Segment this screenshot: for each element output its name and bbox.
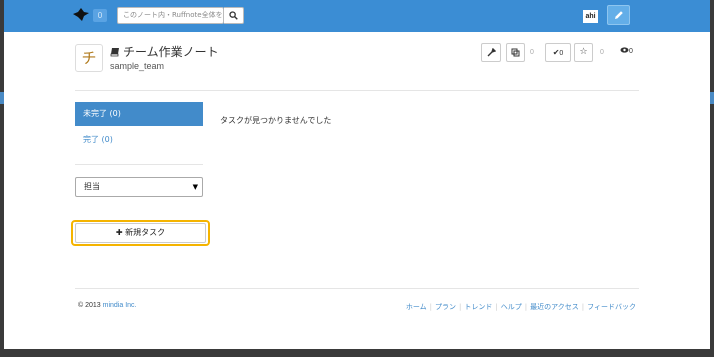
check-button[interactable]: ✔0 (545, 43, 571, 62)
star-button[interactable]: ☆ (574, 43, 593, 62)
ruffnote-logo-icon[interactable] (72, 8, 90, 22)
footer-separator: | (459, 303, 462, 311)
team-name[interactable]: sample_team (110, 61, 164, 71)
window-edge-accent-right (710, 92, 714, 104)
note-title[interactable]: チーム作業ノート (123, 45, 219, 59)
footer-links: ホーム | プラン | トレンド | ヘルプ | 最近のアクセス | フィードバック (406, 302, 636, 312)
settings-button[interactable] (481, 43, 501, 62)
footer-link-feedback[interactable]: フィードバック (587, 303, 636, 311)
new-task-label: 新規タスク (125, 228, 166, 237)
copyright-text: © 2013 (78, 302, 101, 309)
footer-separator: | (524, 303, 528, 311)
user-avatar[interactable]: ahi (583, 10, 598, 23)
book-icon (110, 48, 119, 57)
window-edge-accent (0, 92, 4, 104)
search-icon (229, 11, 238, 20)
eye-icon (620, 47, 629, 53)
footer-separator: | (495, 303, 498, 311)
fork-button[interactable] (506, 43, 525, 62)
search-input[interactable]: このノート内・Ruffnote全体を検 (117, 7, 224, 24)
footer-link-help[interactable]: ヘルプ (501, 303, 522, 311)
copyright: © 2013 mindia Inc. (78, 302, 137, 309)
tab-complete[interactable]: 完了 (0) (83, 134, 113, 145)
assignee-select-value: 担当 (84, 182, 100, 191)
footer-divider (75, 288, 639, 289)
new-page-button[interactable] (607, 5, 630, 25)
note-icon[interactable]: チ (75, 44, 103, 72)
note-title-line: チーム作業ノート (110, 43, 219, 60)
chevron-down-icon: ▼ (192, 183, 198, 191)
assignee-select[interactable]: 担当 ▼ (75, 177, 203, 197)
view-counter: 0 (620, 47, 633, 55)
footer-link-recent[interactable]: 最近のアクセス (530, 303, 579, 311)
footer-link-trend[interactable]: トレンド (464, 303, 492, 311)
fork-icon (511, 48, 520, 57)
search-button[interactable] (224, 7, 244, 24)
window-frame-bottom (0, 349, 714, 357)
top-navbar: 0 このノート内・Ruffnote全体を検 ahi (4, 0, 710, 32)
footer-separator: | (581, 303, 585, 311)
view-count: 0 (629, 48, 633, 55)
wrench-icon (487, 47, 496, 57)
footer-link-plan[interactable]: プラン (435, 303, 456, 311)
star-icon: ☆ (579, 47, 588, 57)
header-divider (75, 90, 639, 91)
pencil-icon (615, 11, 623, 19)
empty-task-message: タスクが見つかりませんでした (220, 116, 332, 125)
footer-separator: | (429, 303, 433, 311)
fork-count: 0 (530, 49, 534, 56)
company-link[interactable]: mindia Inc. (103, 302, 137, 309)
window-frame-right (710, 0, 714, 357)
star-count: 0 (600, 49, 604, 56)
check-count: 0 (559, 50, 564, 57)
footer-link-home[interactable]: ホーム (406, 303, 427, 311)
tab-incomplete[interactable]: 未完了 (0) (75, 102, 203, 126)
plus-icon: ✚ (115, 228, 123, 237)
sidebar-divider (75, 164, 203, 165)
window-frame-left (0, 0, 4, 357)
new-task-button[interactable]: ✚ 新規タスク (75, 223, 206, 243)
notification-badge[interactable]: 0 (93, 9, 107, 22)
